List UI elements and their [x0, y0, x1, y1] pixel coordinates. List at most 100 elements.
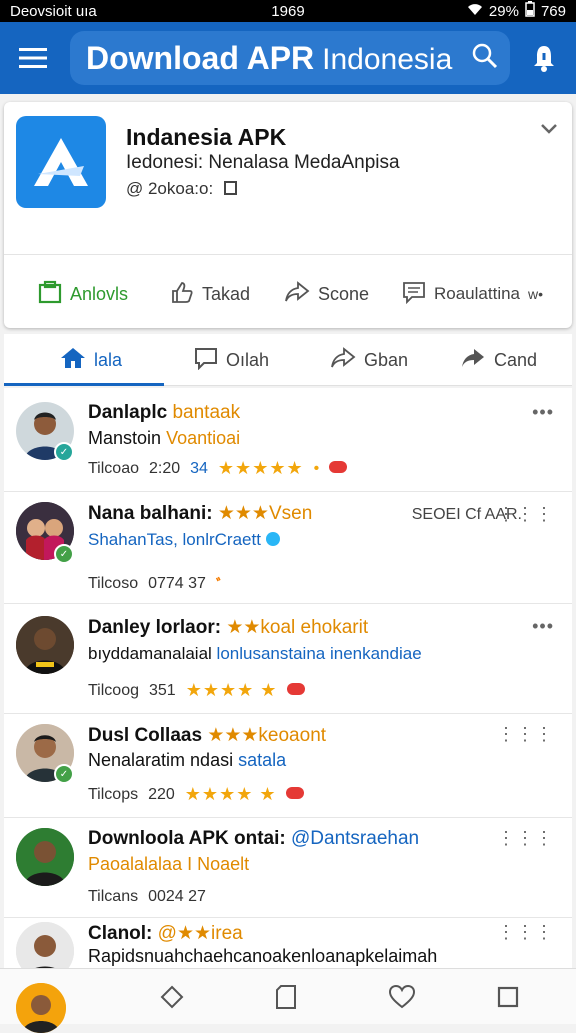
post-text-accent: Voantioai	[166, 428, 241, 448]
verified-badge: ✓	[54, 544, 74, 564]
like-label: Takad	[202, 283, 251, 304]
post-author[interactable]: Danlaplc	[88, 402, 167, 423]
dot-icon: •	[313, 459, 320, 477]
wifi-icon	[467, 2, 483, 20]
post-text-link[interactable]: lonlusanstaina inenkandiae	[217, 644, 422, 663]
post-stats-label: Tilcoog	[88, 681, 139, 699]
info-icon	[265, 532, 280, 546]
tab-chat-label: Oılah	[226, 349, 270, 370]
list-item[interactable]: Danley lorlaor: ★★koal ehokarit bıyddama…	[4, 604, 572, 714]
more-options-icon[interactable]: ⋮⋮⋮	[497, 504, 554, 525]
downloads-label: Anlovls	[70, 283, 129, 304]
menu-icon[interactable]	[0, 22, 66, 94]
app-name: Indanesia APK	[126, 124, 287, 150]
app-logo-icon[interactable]	[16, 116, 106, 208]
like-button[interactable]: Takad	[170, 274, 250, 314]
comment-icon	[402, 280, 426, 309]
more-options-icon[interactable]: ⋮⋮⋮	[497, 724, 554, 745]
post-author-tag: ★★★keoaont	[207, 725, 327, 746]
list-item[interactable]: Clanol: @★★irea Rapidsnuahchaehcanoakenl…	[4, 918, 572, 968]
list-item[interactable]: ✓ Nana balhani: ★★★Vsen SEOEI Cf AAR. ⋮⋮…	[4, 492, 572, 604]
tab-share-label: Gban	[364, 349, 409, 370]
home-icon	[60, 346, 86, 375]
post-author-tag: bantaak	[172, 402, 241, 423]
post-author-handle[interactable]: @Dantsraehan	[291, 828, 419, 849]
clipboard-icon	[38, 280, 62, 309]
share-icon	[330, 346, 356, 375]
post-author[interactable]: Dusl Collaas	[88, 725, 202, 746]
notification-bell-icon[interactable]	[522, 36, 566, 80]
more-options-icon[interactable]: •••	[532, 616, 554, 637]
search-icon[interactable]	[472, 43, 498, 74]
post-count: 0024 27	[148, 888, 206, 905]
post-count: 2:20	[148, 459, 181, 477]
post-author[interactable]: Danley lorlaor:	[88, 617, 221, 638]
app-meta: @ 2okoa:o:	[126, 179, 237, 199]
star-rating: ★★★★ ★	[184, 784, 277, 804]
square-icon	[223, 181, 237, 195]
avatar[interactable]	[16, 922, 74, 968]
post-count-2: 34	[190, 459, 208, 477]
app-bar: Download APR Indonesia	[0, 22, 576, 94]
tab-home[interactable]: lala	[60, 334, 122, 386]
chat-icon	[194, 346, 218, 375]
chevron-down-icon[interactable]	[540, 122, 558, 140]
downloads-button[interactable]: Anlovls	[38, 274, 128, 314]
reaction-icon[interactable]	[329, 460, 348, 478]
post-author[interactable]: Nana balhani:	[88, 503, 213, 524]
list-item[interactable]: ✓ Dusl Collaas ★★★keoaont Nenalaratim nd…	[4, 714, 572, 818]
post-count: 220	[148, 785, 175, 803]
page-icon[interactable]	[270, 981, 302, 1013]
post-text: Nenalaratim ndasi	[88, 750, 234, 770]
post-text[interactable]: ShahanTas, lonlrCraett	[88, 530, 261, 549]
app-card[interactable]: Indanesia APK Iedonesi: Nenalasa MedaAnp…	[4, 102, 572, 328]
tab-chat[interactable]: Oılah	[194, 334, 269, 386]
post-author[interactable]: Clanol:	[88, 923, 152, 944]
list-item[interactable]: Downloola APK ontai: @Dantsraehan Paoala…	[4, 818, 572, 918]
list-item[interactable]: ✓ Danlaplc bantaak Manstoin Voantioai Ti…	[4, 388, 572, 492]
battery-percent: 29%	[488, 2, 519, 20]
post-text: Paoalalalaa I Noaelt	[88, 854, 250, 874]
tab-cand-label: Cand	[494, 349, 538, 370]
more-options-icon[interactable]: •••	[532, 402, 554, 423]
tab-cand[interactable]: Cand	[460, 334, 537, 386]
verified-badge: ✓	[54, 442, 74, 462]
post-stats-label: Tilcans	[88, 888, 139, 905]
battery-icon	[525, 1, 535, 21]
reaction-icon[interactable]	[287, 682, 306, 700]
status-bar: Deovsioit uıa 1969 29% 769	[0, 0, 576, 22]
post-author[interactable]: Downloola APK ontai:	[88, 828, 286, 849]
diamond-icon[interactable]	[156, 981, 188, 1013]
post-author-tag: ★★★Vsen	[217, 503, 313, 524]
verified-badge: ✓	[54, 764, 74, 784]
post-text: Rapidsnuahchaehcanoakenloanapkelaimah	[88, 946, 438, 966]
profile-avatar[interactable]	[16, 983, 66, 1033]
square-icon[interactable]	[492, 981, 524, 1013]
star-rating: ★★★★ ★	[185, 680, 278, 700]
heart-icon[interactable]	[386, 981, 418, 1013]
post-stats-label: Tilcoao	[88, 459, 139, 477]
action-row: Anlovls Takad Scone Roaulattina w•	[4, 274, 572, 314]
tab-home-label: lala	[94, 349, 123, 370]
more-options-icon[interactable]: ⋮⋮⋮	[497, 828, 554, 849]
reaction-icon[interactable]	[286, 786, 305, 804]
search-bar[interactable]: Download APR Indonesia	[70, 31, 510, 85]
post-count: 351	[148, 681, 176, 699]
share-button[interactable]: Scone	[284, 274, 369, 314]
post-text-link[interactable]: satala	[238, 750, 286, 770]
search-bold-text: Download APR	[86, 39, 315, 76]
avatar[interactable]	[16, 616, 74, 674]
post-count: 0774 37	[148, 575, 206, 592]
more-options-icon[interactable]: ⋮⋮⋮	[497, 922, 554, 943]
reviews-label: Roaulattina	[434, 284, 521, 303]
tab-share[interactable]: Gban	[330, 334, 408, 386]
status-time: 1969	[271, 2, 305, 20]
divider	[4, 254, 572, 255]
status-extra: 769	[540, 2, 566, 20]
carrier-label: Deovsioit uıa	[10, 2, 97, 20]
thumbs-up-icon	[170, 280, 194, 309]
star-rating: ★★★★★	[217, 458, 304, 478]
avatar[interactable]	[16, 828, 74, 886]
reviews-button[interactable]: Roaulattina w•	[402, 274, 543, 314]
reaction-icon[interactable]: ﾞ	[216, 572, 224, 596]
